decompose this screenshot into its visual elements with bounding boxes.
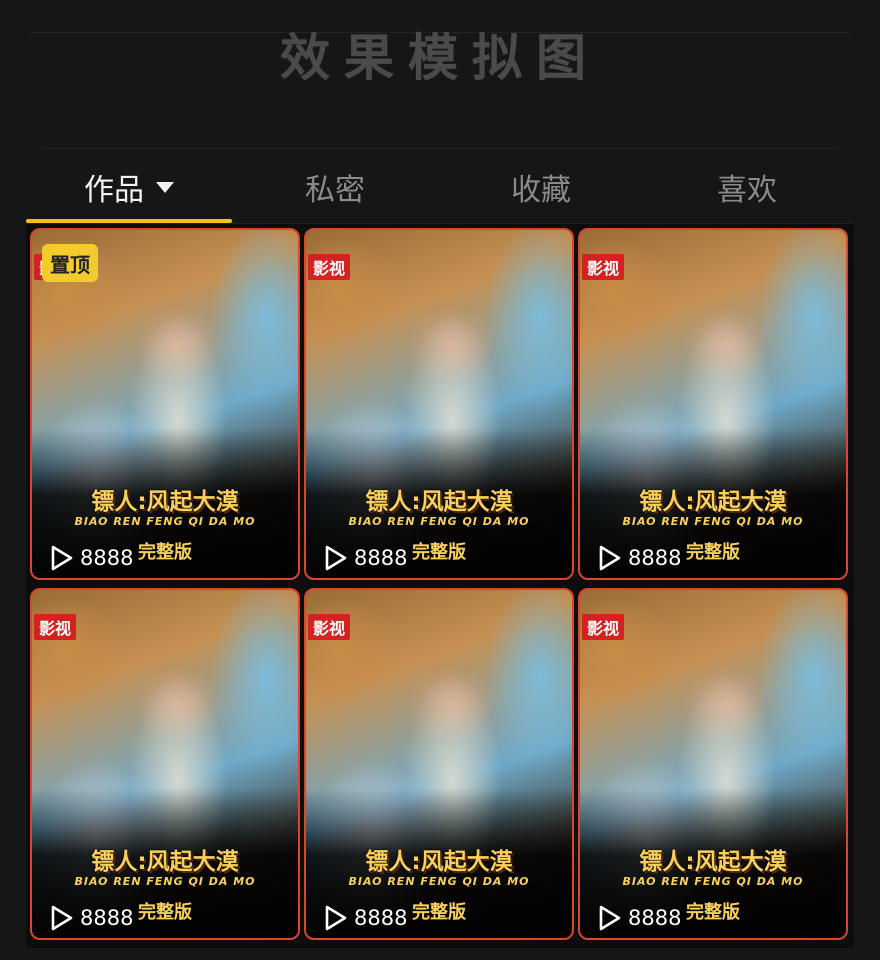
poster-title: 镖人:风起大漠	[365, 489, 513, 515]
category-badge: 影视	[34, 614, 77, 640]
poster-title: 镖人:风起大漠	[639, 849, 787, 875]
play-count-value: 8888	[354, 546, 408, 570]
play-count: 8888	[320, 543, 407, 573]
play-count: 8888	[320, 903, 407, 933]
caret-down-icon	[156, 181, 174, 193]
poster-pinyin: BIAO REN FENG QI DA MO	[622, 515, 804, 528]
play-count: 8888	[594, 543, 681, 573]
tab-label: 作品	[84, 173, 144, 208]
video-grid: 影视 置顶 镖人:风起大漠 BIAO REN FENG QI DA MO 完整版…	[0, 224, 880, 960]
profile-tabs: 作品 私密 收藏 喜欢	[0, 148, 880, 228]
play-icon	[325, 545, 347, 571]
divider	[42, 148, 838, 149]
play-count-value: 8888	[628, 546, 682, 570]
play-count-value: 8888	[80, 546, 134, 570]
category-badge: 影视	[308, 614, 351, 640]
play-count: 8888	[594, 903, 681, 933]
pinned-badge: 置顶	[42, 244, 98, 282]
video-card[interactable]: 影视 镖人:风起大漠 BIAO REN FENG QI DA MO 完整版 88…	[578, 588, 848, 940]
poster-title: 镖人:风起大漠	[91, 849, 239, 875]
tab-label: 喜欢	[717, 173, 777, 208]
play-count-value: 8888	[628, 906, 682, 930]
tab-favorites[interactable]: 收藏	[438, 162, 644, 212]
video-card[interactable]: 影视 镖人:风起大漠 BIAO REN FENG QI DA MO 完整版 88…	[304, 588, 574, 940]
tab-likes[interactable]: 喜欢	[644, 162, 850, 212]
play-icon	[599, 545, 621, 571]
video-card[interactable]: 影视 镖人:风起大漠 BIAO REN FENG QI DA MO 完整版 88…	[578, 228, 848, 580]
poster-title: 镖人:风起大漠	[639, 489, 787, 515]
video-card[interactable]: 影视 镖人:风起大漠 BIAO REN FENG QI DA MO 完整版 88…	[304, 228, 574, 580]
play-icon	[51, 905, 73, 931]
category-badge: 影视	[582, 254, 625, 280]
video-card[interactable]: 影视 镖人:风起大漠 BIAO REN FENG QI DA MO 完整版 88…	[30, 588, 300, 940]
poster-pinyin: BIAO REN FENG QI DA MO	[74, 875, 256, 888]
tab-works[interactable]: 作品	[26, 162, 232, 212]
poster-pinyin: BIAO REN FENG QI DA MO	[622, 875, 804, 888]
tab-label: 私密	[305, 173, 365, 208]
watermark-banner: 效果模拟图	[0, 0, 880, 100]
play-count-value: 8888	[80, 906, 134, 930]
play-count: 8888	[46, 903, 133, 933]
poster-title: 镖人:风起大漠	[91, 489, 239, 515]
category-badge: 影视	[308, 254, 351, 280]
poster-pinyin: BIAO REN FENG QI DA MO	[74, 515, 256, 528]
poster-title: 镖人:风起大漠	[365, 849, 513, 875]
watermark-title: 效果模拟图	[280, 28, 600, 87]
poster-pinyin: BIAO REN FENG QI DA MO	[348, 875, 530, 888]
poster-pinyin: BIAO REN FENG QI DA MO	[348, 515, 530, 528]
video-card[interactable]: 影视 置顶 镖人:风起大漠 BIAO REN FENG QI DA MO 完整版…	[30, 228, 300, 580]
tab-label: 收藏	[511, 173, 571, 208]
play-count-value: 8888	[354, 906, 408, 930]
tab-private[interactable]: 私密	[232, 162, 438, 212]
play-icon	[599, 905, 621, 931]
play-count: 8888	[46, 543, 133, 573]
play-icon	[325, 905, 347, 931]
category-badge: 影视	[582, 614, 625, 640]
play-icon	[51, 545, 73, 571]
